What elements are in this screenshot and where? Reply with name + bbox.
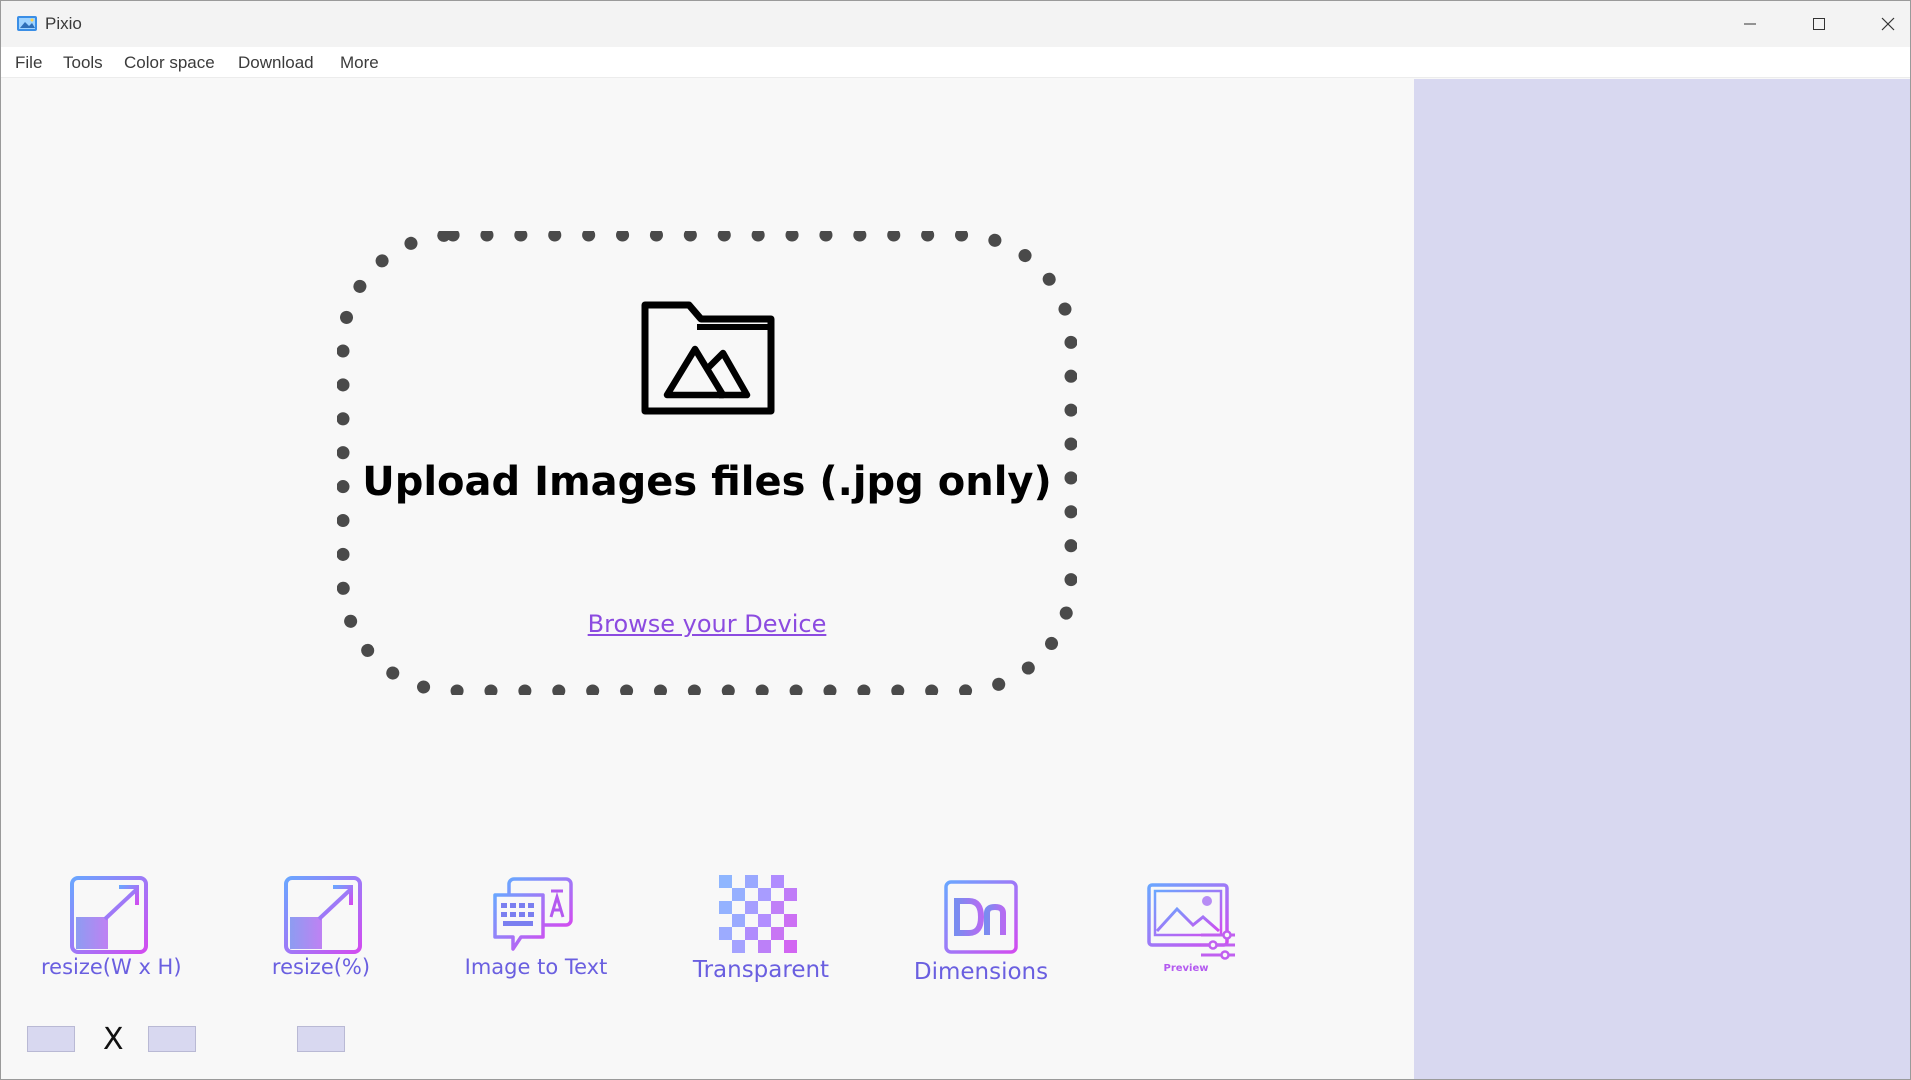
minimize-icon (1743, 23, 1756, 25)
tool-resize-percent-label: resize(%) (271, 955, 371, 979)
folder-image-icon (641, 301, 775, 415)
resize-separator: X (103, 1022, 124, 1057)
upload-title: Upload Images files (.jpg only) (362, 459, 1052, 505)
menu-bar: File Tools Color space Download More (1, 47, 1910, 78)
menu-color-space[interactable]: Color space (124, 53, 215, 73)
resize-percent-icon (284, 876, 362, 954)
app-window: Pixio File Tools Color space Download Mo… (0, 0, 1911, 1080)
resize-width-input[interactable] (27, 1026, 75, 1052)
resize-wh-icon (70, 876, 148, 954)
close-icon (1881, 17, 1894, 31)
dimensions-icon (944, 880, 1018, 954)
close-button[interactable] (1853, 1, 1911, 47)
tool-resize-wh-label: resize(W x H) (41, 955, 182, 979)
menu-tools[interactable]: Tools (63, 53, 103, 73)
minimize-button[interactable] (1715, 1, 1784, 47)
menu-download[interactable]: Download (238, 53, 314, 73)
tool-transparent-label: Transparent (692, 957, 830, 983)
browse-device-link[interactable]: Browse your Device (337, 610, 1077, 638)
maximize-button[interactable] (1784, 1, 1853, 47)
tool-preview-label: Preview (1163, 963, 1209, 974)
tool-dimensions-label: Dimensions (913, 959, 1049, 985)
app-logo-icon (17, 16, 37, 31)
preview-icon (1147, 873, 1235, 960)
tool-image-to-text-label: Image to Text (464, 955, 608, 979)
menu-file[interactable]: File (15, 53, 42, 73)
window-title: Pixio (45, 14, 82, 33)
maximize-icon (1812, 18, 1825, 30)
title-bar[interactable]: Pixio (1, 1, 1910, 47)
menu-more[interactable]: More (340, 53, 379, 73)
resize-height-input[interactable] (148, 1026, 196, 1052)
preview-panel (1414, 79, 1910, 1079)
transparent-icon (719, 875, 797, 953)
resize-percent-input[interactable] (297, 1026, 345, 1052)
image-to-text-icon (493, 877, 573, 951)
